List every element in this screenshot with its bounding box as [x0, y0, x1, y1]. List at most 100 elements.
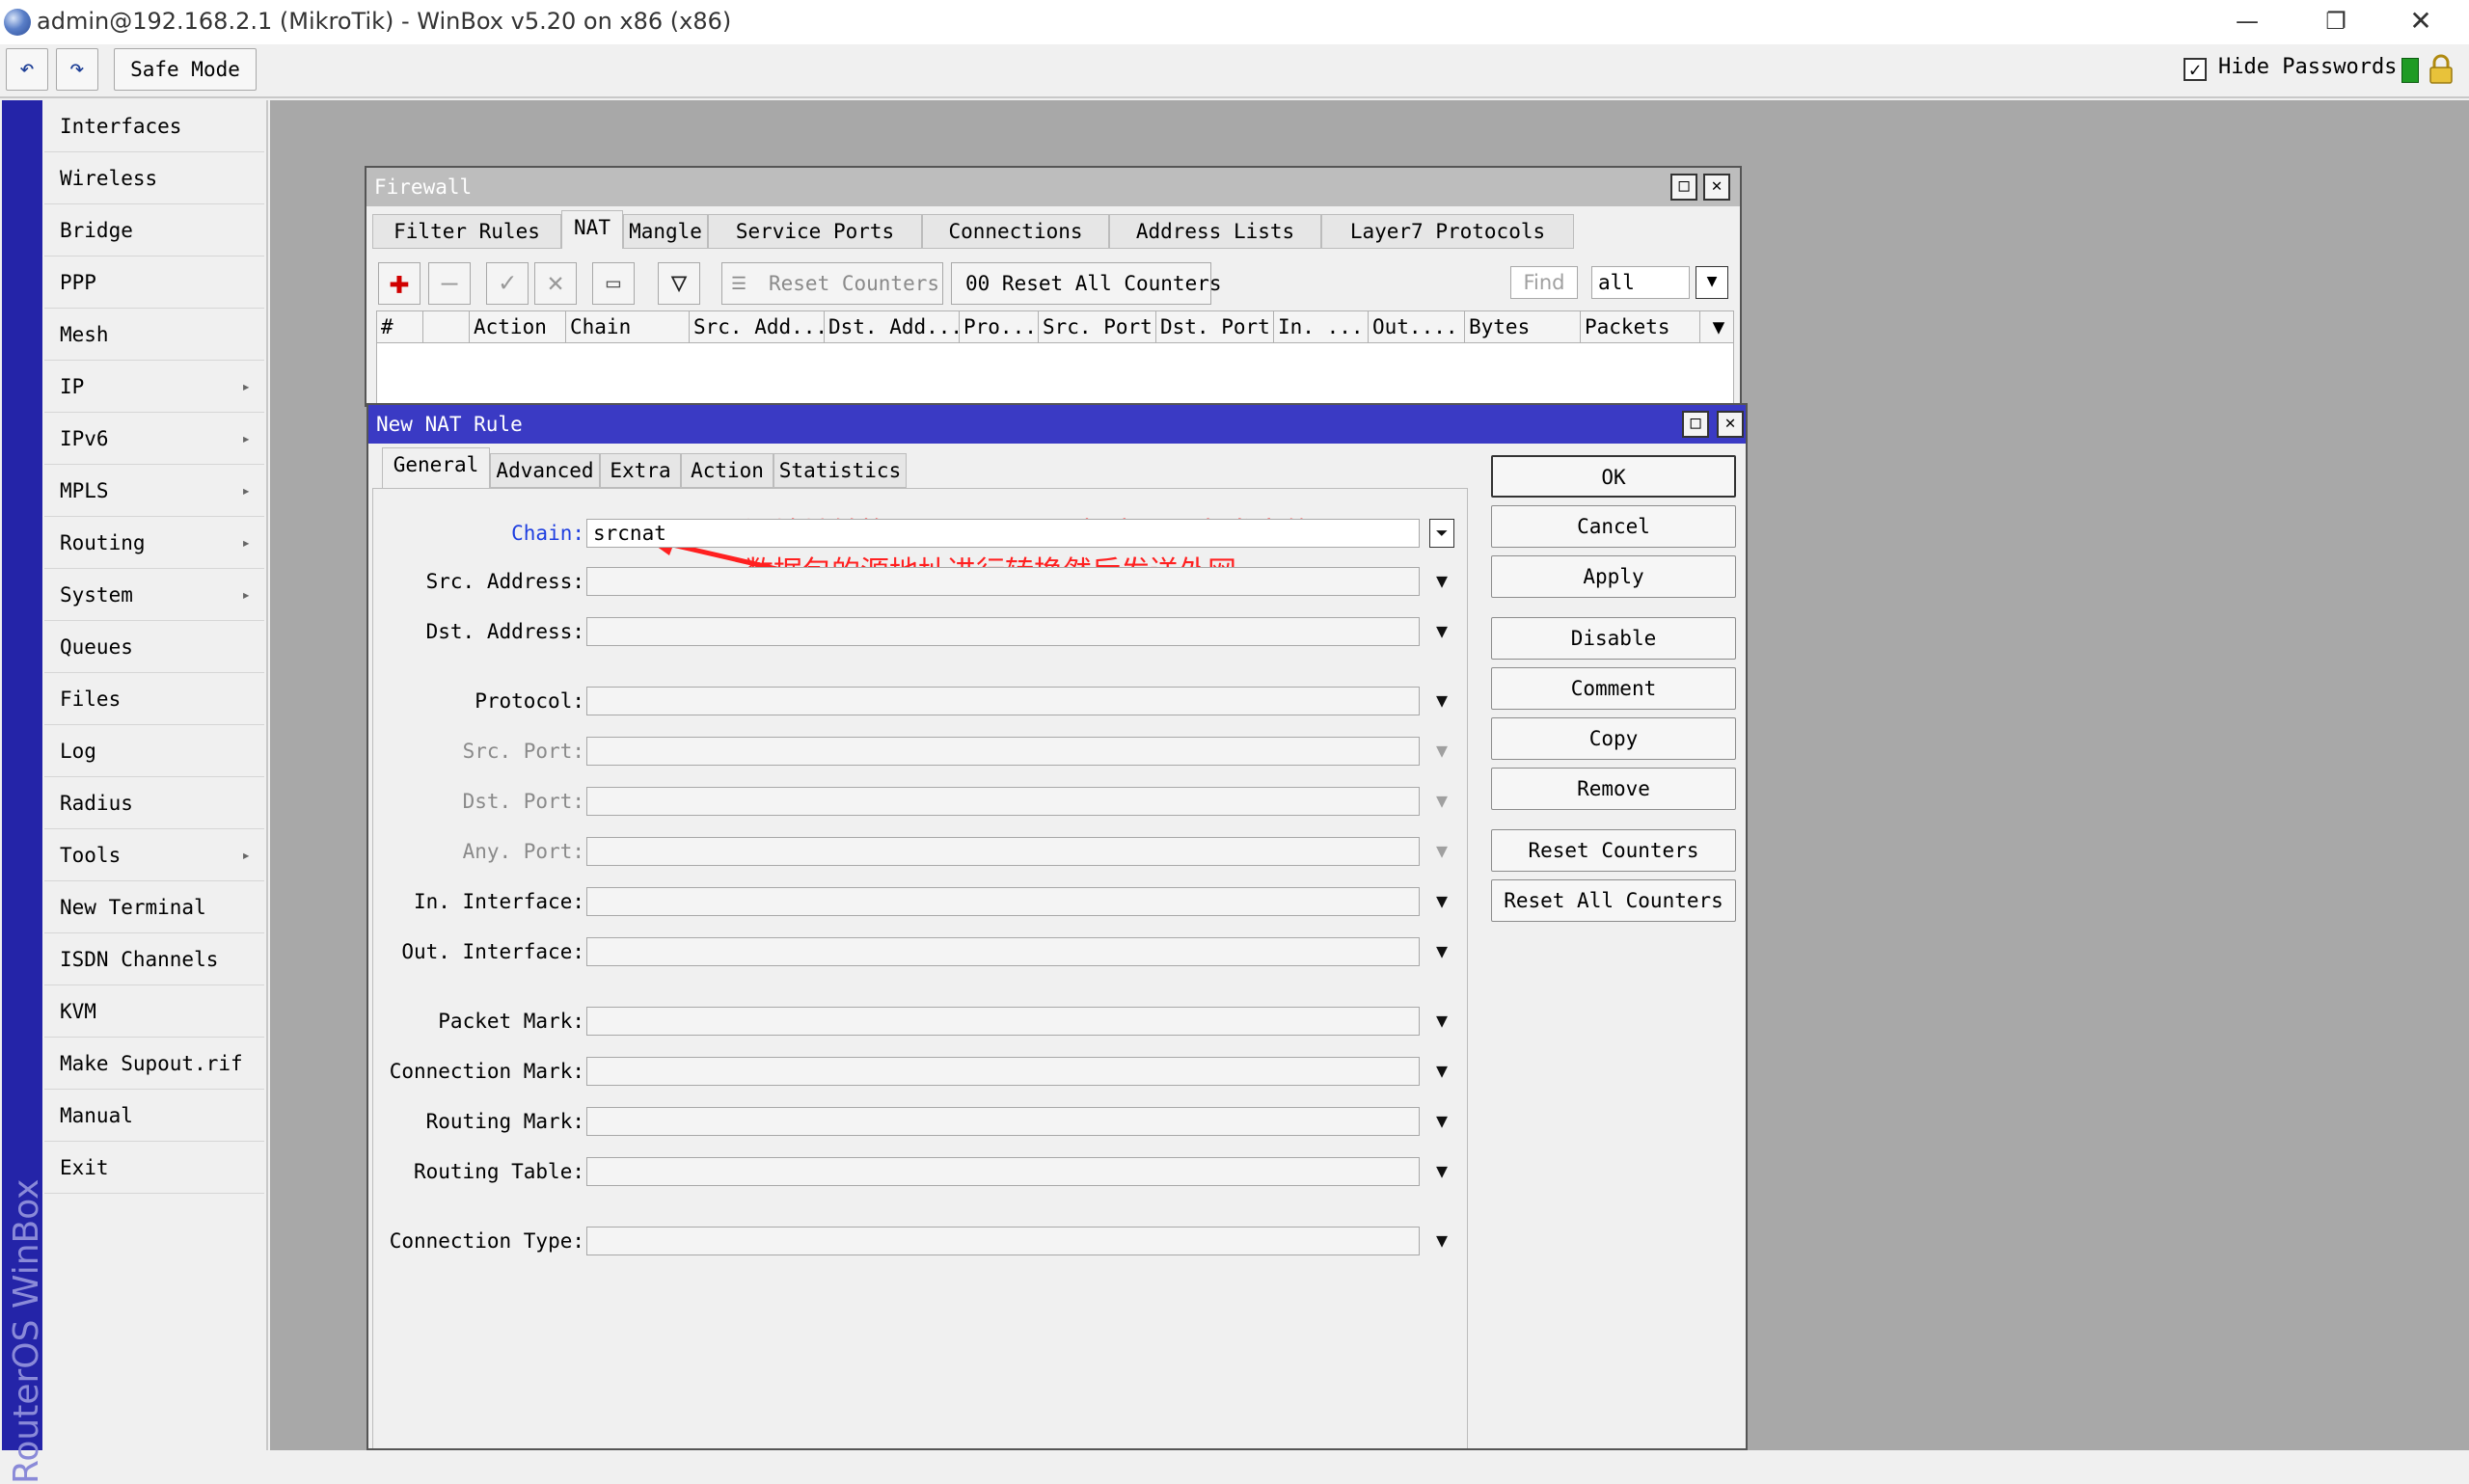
reset-counters-button[interactable]: Reset Counters	[721, 262, 943, 305]
menu-item-ipv6[interactable]: IPv6 ▸	[44, 413, 264, 465]
menu-item-make-supout-rif[interactable]: Make Supout.rif	[44, 1038, 264, 1090]
protocol-dropdown-icon[interactable]: ▼	[1429, 687, 1454, 715]
tab-nat[interactable]: NAT	[561, 210, 623, 249]
column-header[interactable]: Packets	[1581, 311, 1700, 342]
menu-item-mesh[interactable]: Mesh	[44, 309, 264, 361]
tab-advanced[interactable]: Advanced	[490, 453, 600, 488]
close-button[interactable]: ✕	[2376, 0, 2465, 44]
menu-item-tools[interactable]: Tools ▸	[44, 829, 264, 881]
tab-service-ports[interactable]: Service Ports	[708, 214, 922, 249]
column-header[interactable]: Src. Add...	[690, 311, 825, 342]
connection-type-dropdown-icon[interactable]: ▼	[1429, 1227, 1454, 1255]
column-header[interactable]: Dst. Add...	[825, 311, 960, 342]
connection-mark-field[interactable]	[586, 1057, 1420, 1086]
routing-table-field[interactable]	[586, 1157, 1420, 1186]
menu-item-kvm[interactable]: KVM	[44, 985, 264, 1038]
connection-mark-dropdown-icon[interactable]: ▼	[1429, 1057, 1454, 1086]
minimize-button[interactable]: —	[2203, 0, 2292, 44]
chain-field[interactable]: srcnat	[586, 519, 1420, 548]
in-interface-field[interactable]	[586, 887, 1420, 916]
src-address-field[interactable]	[586, 567, 1420, 596]
enable-rule-button[interactable]: ✓	[486, 262, 529, 305]
tab-mangle[interactable]: Mangle	[623, 214, 708, 249]
hide-passwords-label[interactable]: Hide Passwords	[2218, 55, 2397, 79]
copy-button[interactable]: Copy	[1491, 717, 1736, 760]
dst-address-field[interactable]	[586, 617, 1420, 646]
maximize-button[interactable]: ❐	[2292, 0, 2380, 44]
reset-all-counters-button[interactable]: Reset All Counters	[1491, 879, 1736, 922]
column-header[interactable]: Dst. Port	[1156, 311, 1274, 342]
undo-button[interactable]: ↶	[6, 48, 48, 91]
disable-button[interactable]: Disable	[1491, 617, 1736, 660]
out-interface-field[interactable]	[586, 937, 1420, 966]
menu-item-log[interactable]: Log	[44, 725, 264, 777]
src-address-dropdown-icon[interactable]: ▼	[1429, 567, 1454, 596]
menu-item-new-terminal[interactable]: New Terminal	[44, 881, 264, 933]
comment-button[interactable]: Comment	[1491, 667, 1736, 710]
routing-mark-field[interactable]	[586, 1107, 1420, 1136]
reset-counters-button[interactable]: Reset Counters	[1491, 829, 1736, 872]
column-menu-icon[interactable]: ▼	[1700, 311, 1733, 342]
disable-rule-button[interactable]: ✕	[534, 262, 577, 305]
menu-item-queues[interactable]: Queues	[44, 621, 264, 673]
menu-item-radius[interactable]: Radius	[44, 777, 264, 829]
remove-button[interactable]: Remove	[1491, 768, 1736, 810]
apply-button[interactable]: Apply	[1491, 555, 1736, 598]
menu-item-bridge[interactable]: Bridge	[44, 204, 264, 256]
tab-general[interactable]: General	[382, 447, 490, 488]
routing-table-dropdown-icon[interactable]: ▼	[1429, 1157, 1454, 1186]
firewall-maximize-button[interactable]: □	[1670, 174, 1697, 201]
menu-item-wireless[interactable]: Wireless	[44, 152, 264, 204]
find-input[interactable]: Find	[1510, 266, 1578, 299]
comment-button[interactable]: ▭	[592, 262, 635, 305]
menu-item-manual[interactable]: Manual	[44, 1090, 264, 1142]
menu-item-isdn-channels[interactable]: ISDN Channels	[44, 933, 264, 985]
tab-statistics[interactable]: Statistics	[773, 453, 907, 488]
reset-all-counters-button[interactable]: 00 Reset All Counters	[951, 262, 1222, 305]
remove-rule-button[interactable]: —	[428, 262, 471, 305]
menu-item-exit[interactable]: Exit	[44, 1142, 264, 1194]
column-header[interactable]: Chain	[566, 311, 690, 342]
menu-item-files[interactable]: Files	[44, 673, 264, 725]
menu-item-interfaces[interactable]: Interfaces	[44, 100, 264, 152]
column-header[interactable]: Pro...	[960, 311, 1039, 342]
nat-rule-close-button[interactable]: ✕	[1717, 411, 1744, 438]
column-header[interactable]: Action	[470, 311, 566, 342]
column-header[interactable]: Bytes	[1465, 311, 1581, 342]
connection-type-field[interactable]	[586, 1227, 1420, 1255]
rules-table-body[interactable]	[376, 343, 1734, 407]
routing-mark-dropdown-icon[interactable]: ▼	[1429, 1107, 1454, 1136]
filter-dropdown-button[interactable]: ▼	[1696, 266, 1728, 299]
tab-filter-rules[interactable]: Filter Rules	[372, 214, 561, 249]
packet-mark-field[interactable]	[586, 1007, 1420, 1036]
ok-button[interactable]: OK	[1491, 455, 1736, 498]
nat-rule-maximize-button[interactable]: □	[1682, 411, 1709, 438]
column-header[interactable]: Src. Port	[1039, 311, 1156, 342]
firewall-close-button[interactable]: ✕	[1703, 174, 1730, 201]
tab-action[interactable]: Action	[681, 453, 773, 488]
menu-item-ip[interactable]: IP ▸	[44, 361, 264, 413]
safe-mode-button[interactable]: Safe Mode	[114, 48, 257, 91]
tab-address-lists[interactable]: Address Lists	[1109, 214, 1321, 249]
menu-item-system[interactable]: System ▸	[44, 569, 264, 621]
tab-extra[interactable]: Extra	[600, 453, 681, 488]
nat-rule-title-bar[interactable]: New NAT Rule □ ✕	[368, 405, 1746, 444]
menu-item-ppp[interactable]: PPP	[44, 256, 264, 309]
chain-dropdown-icon[interactable]: ⏷	[1429, 519, 1454, 548]
menu-item-routing[interactable]: Routing ▸	[44, 517, 264, 569]
hide-passwords-checkbox[interactable]: ✓	[2184, 58, 2207, 81]
out-interface-dropdown-icon[interactable]: ▼	[1429, 937, 1454, 966]
column-header[interactable]: In. ...	[1274, 311, 1369, 342]
packet-mark-dropdown-icon[interactable]: ▼	[1429, 1007, 1454, 1036]
column-header[interactable]: #	[377, 311, 423, 342]
column-header[interactable]: Out....	[1369, 311, 1465, 342]
tab-layer7-protocols[interactable]: Layer7 Protocols	[1321, 214, 1574, 249]
filter-select[interactable]: all	[1591, 266, 1690, 299]
menu-item-mpls[interactable]: MPLS ▸	[44, 465, 264, 517]
firewall-title-bar[interactable]: Firewall □ ✕	[366, 168, 1740, 206]
tab-connections[interactable]: Connections	[922, 214, 1109, 249]
in-interface-dropdown-icon[interactable]: ▼	[1429, 887, 1454, 916]
protocol-field[interactable]	[586, 687, 1420, 715]
redo-button[interactable]: ↷	[56, 48, 98, 91]
filter-button[interactable]: ▽	[658, 262, 700, 305]
